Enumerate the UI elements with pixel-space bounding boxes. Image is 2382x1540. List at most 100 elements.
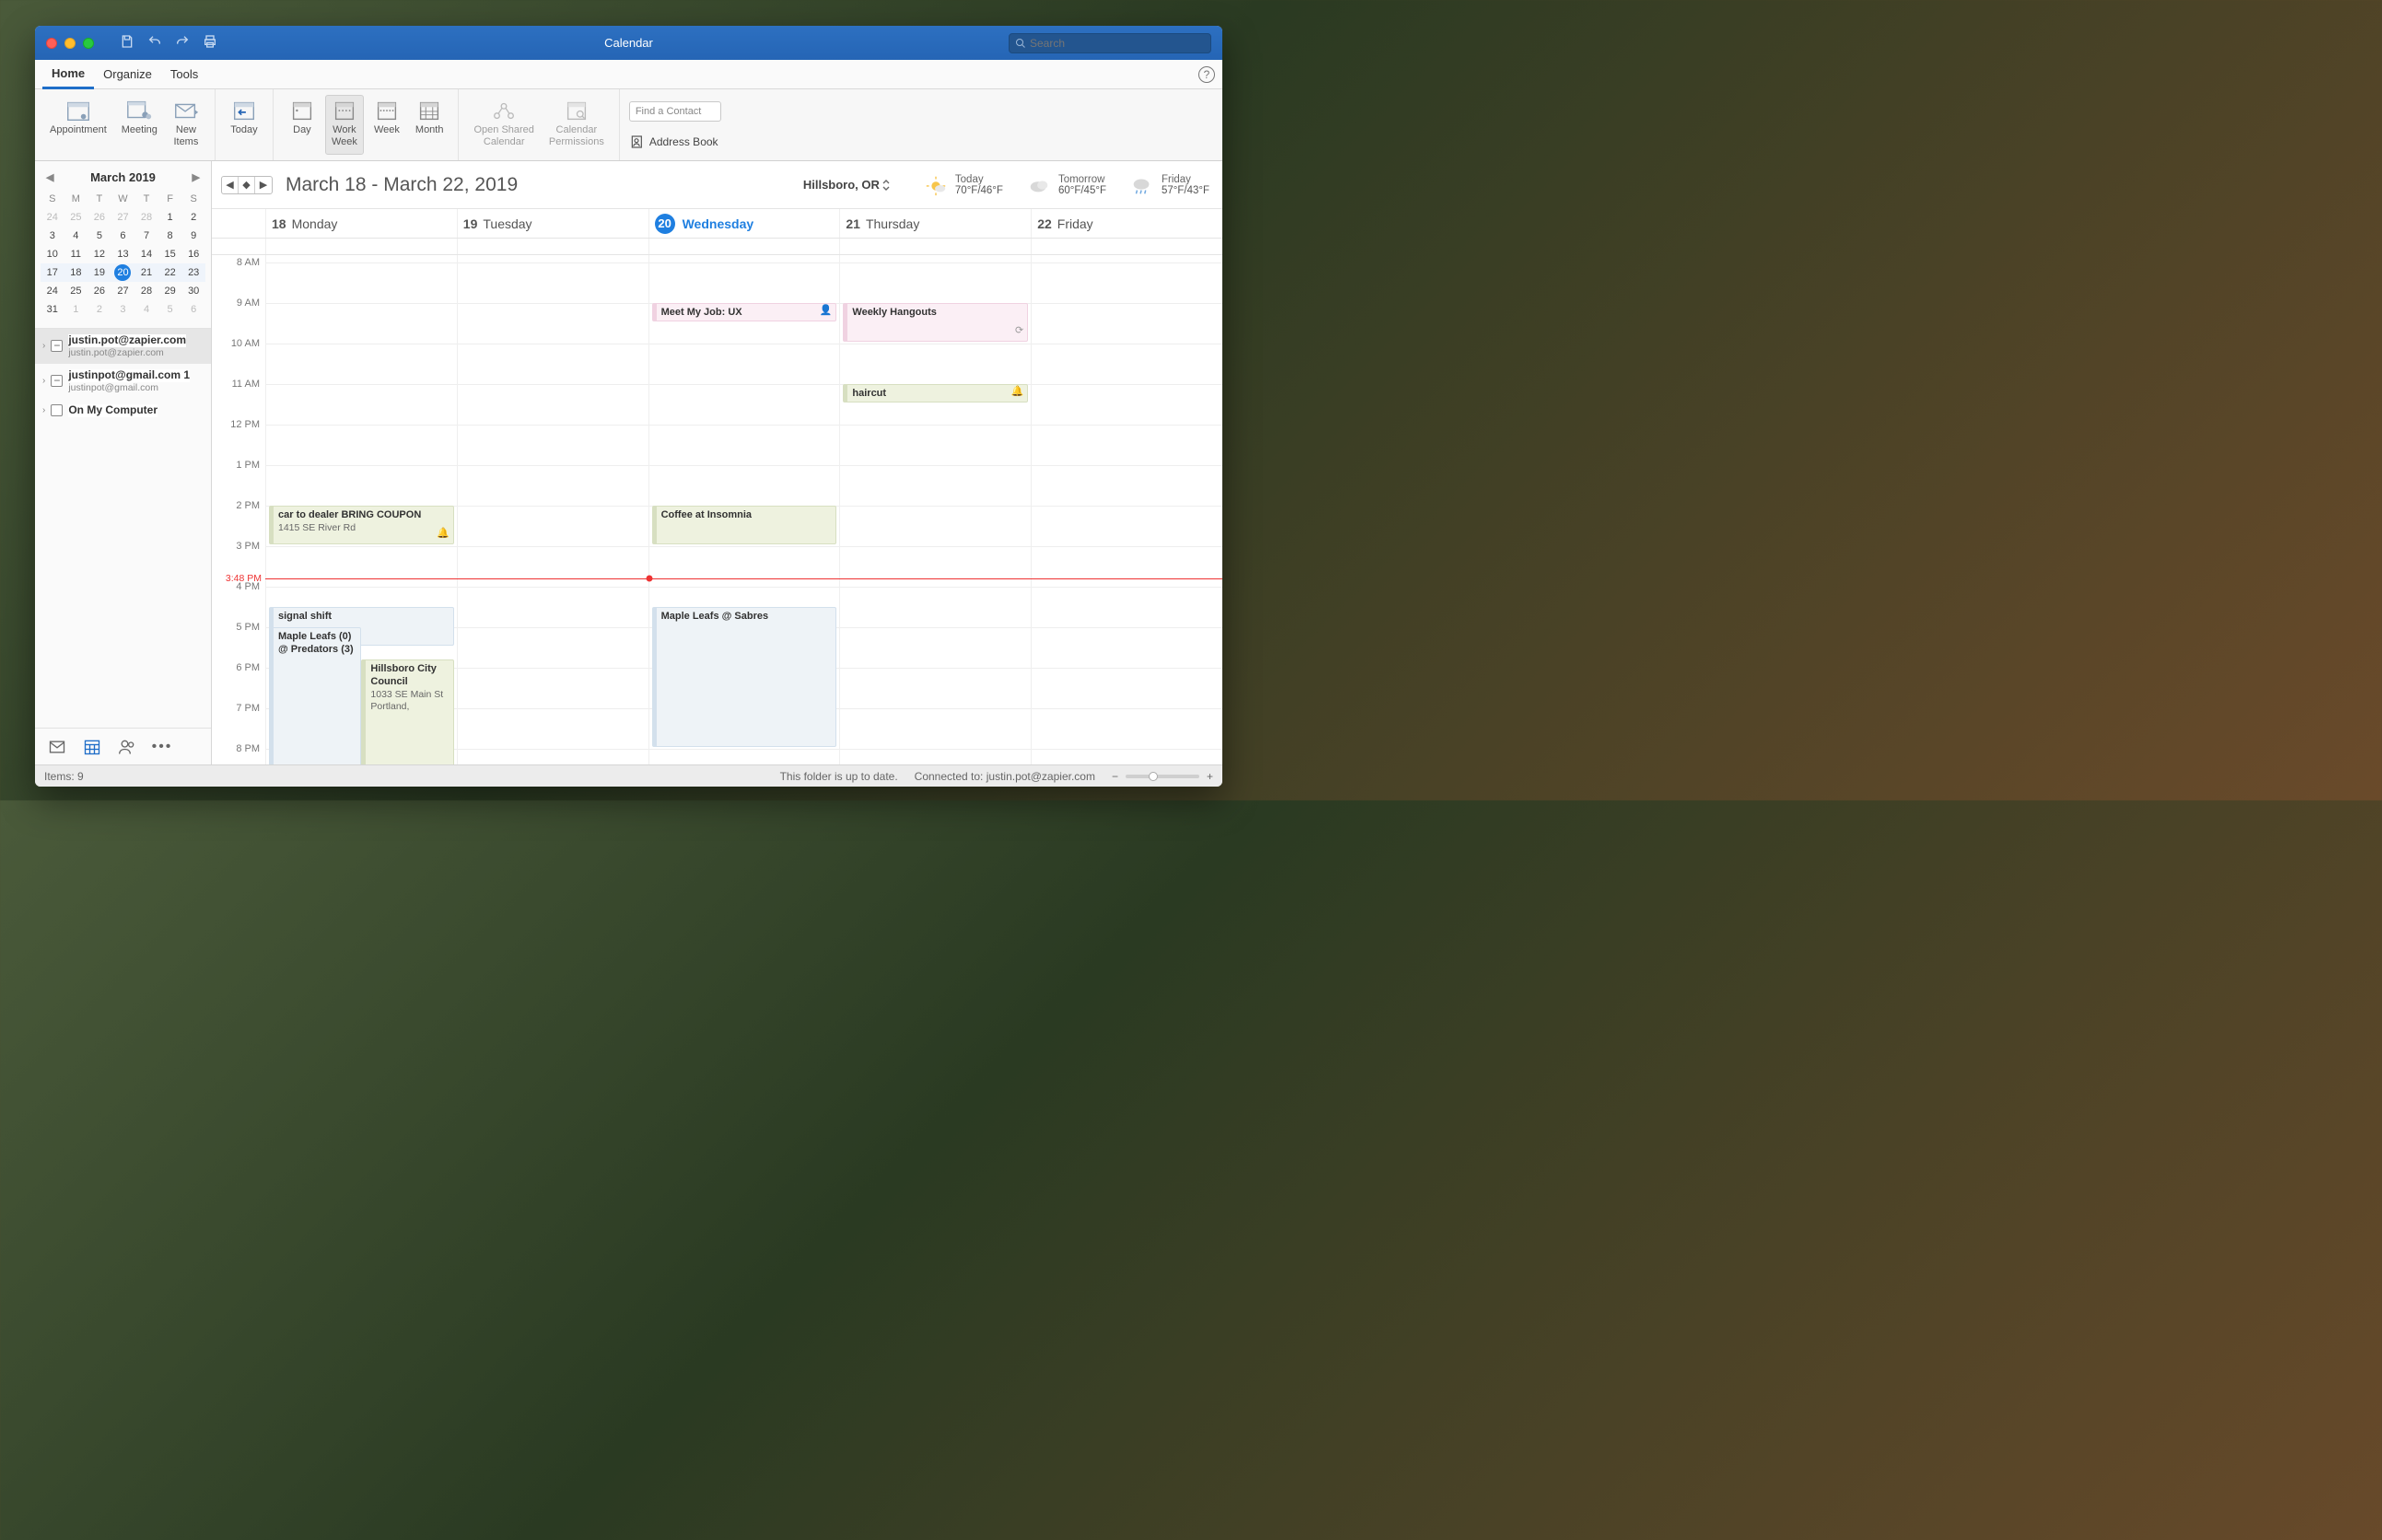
day-column[interactable]: Weekly Hangouts⟳ haircut🔔 xyxy=(839,255,1031,764)
mini-cal-day[interactable]: 30 xyxy=(181,282,205,300)
account-item[interactable]: ›On My Computer xyxy=(35,399,211,423)
mini-cal-day[interactable]: 4 xyxy=(134,300,158,319)
mini-cal-day[interactable]: 3 xyxy=(41,227,64,245)
mini-cal-day[interactable]: 23 xyxy=(181,263,205,282)
mini-cal-day[interactable]: 21 xyxy=(134,263,158,282)
mini-cal-day[interactable]: 12 xyxy=(88,245,111,263)
tab-tools[interactable]: Tools xyxy=(161,60,207,89)
print-icon[interactable] xyxy=(203,34,217,52)
people-nav-icon[interactable] xyxy=(118,738,136,756)
mini-cal-day[interactable]: 31 xyxy=(41,300,64,319)
mini-cal-day[interactable]: 28 xyxy=(134,208,158,227)
tab-organize[interactable]: Organize xyxy=(94,60,161,89)
day-column[interactable] xyxy=(457,255,648,764)
mini-cal-day[interactable]: 25 xyxy=(64,208,88,227)
calendar-event[interactable]: Maple Leafs @ Sabres xyxy=(652,607,837,747)
address-book-button[interactable]: Address Book xyxy=(629,134,721,149)
find-contact-input[interactable]: Find a Contact xyxy=(629,101,721,122)
mail-nav-icon[interactable] xyxy=(48,738,66,756)
redo-icon[interactable] xyxy=(175,34,190,52)
mini-cal-day[interactable]: 4 xyxy=(64,227,88,245)
day-header[interactable]: 21Thursday xyxy=(839,209,1031,238)
mini-cal-day[interactable]: 24 xyxy=(41,208,64,227)
calendar-event[interactable]: Weekly Hangouts⟳ xyxy=(843,303,1028,342)
calendar-event[interactable]: car to dealer BRING COUPON1415 SE River … xyxy=(269,506,454,544)
day-header[interactable]: 19Tuesday xyxy=(457,209,648,238)
mini-cal-day[interactable]: 20 xyxy=(111,263,135,282)
account-item[interactable]: ›justin.pot@zapier.comjustin.pot@zapier.… xyxy=(35,329,211,364)
search-input[interactable] xyxy=(1030,37,1205,50)
appointment-button[interactable]: Appointment xyxy=(44,95,112,155)
zoom-slider[interactable] xyxy=(1126,775,1199,778)
mini-cal-day[interactable]: 1 xyxy=(158,208,182,227)
day-column[interactable]: Meet My Job: UX👤Coffee at InsomniaMaple … xyxy=(648,255,840,764)
mini-cal-day[interactable]: 26 xyxy=(88,282,111,300)
work-week-view-button[interactable]: Work Week xyxy=(325,95,364,155)
mini-cal-day[interactable]: 2 xyxy=(88,300,111,319)
close-window-button[interactable] xyxy=(46,38,57,49)
maximize-window-button[interactable] xyxy=(83,38,94,49)
meeting-button[interactable]: Meeting xyxy=(116,95,163,155)
pager-today[interactable]: ◆ xyxy=(239,177,255,193)
mini-cal-day[interactable]: 16 xyxy=(181,245,205,263)
mini-cal-day[interactable]: 27 xyxy=(111,282,135,300)
pager-next[interactable]: ▶ xyxy=(255,177,272,193)
pager-prev[interactable]: ◀ xyxy=(222,177,239,193)
calendar-event[interactable]: Coffee at Insomnia xyxy=(652,506,837,544)
save-icon[interactable] xyxy=(120,34,134,52)
mini-cal-day[interactable]: 26 xyxy=(88,208,111,227)
more-nav-icon[interactable]: ••• xyxy=(153,738,171,756)
mini-cal-day[interactable]: 9 xyxy=(181,227,205,245)
mini-cal-day[interactable]: 1 xyxy=(64,300,88,319)
help-icon[interactable]: ? xyxy=(1198,66,1215,83)
mini-cal-day[interactable]: 28 xyxy=(134,282,158,300)
minimize-window-button[interactable] xyxy=(64,38,76,49)
mini-cal-day[interactable]: 10 xyxy=(41,245,64,263)
mini-cal-day[interactable]: 27 xyxy=(111,208,135,227)
today-button[interactable]: Today xyxy=(225,95,263,155)
calendar-event[interactable]: Hillsboro City Council1033 SE Main St Po… xyxy=(361,659,453,764)
mini-cal-day[interactable]: 22 xyxy=(158,263,182,282)
mini-cal-day[interactable]: 11 xyxy=(64,245,88,263)
mini-cal-day[interactable]: 13 xyxy=(111,245,135,263)
weather-location[interactable]: Hillsboro, OR xyxy=(803,178,891,192)
zoom-in-icon[interactable]: + xyxy=(1207,770,1213,783)
mini-cal-day[interactable]: 14 xyxy=(134,245,158,263)
calendar-nav-icon[interactable] xyxy=(83,738,101,756)
disclosure-icon[interactable]: › xyxy=(42,405,45,415)
weather-day[interactable]: Today70°F/46°F xyxy=(924,174,1003,196)
search-field[interactable] xyxy=(1009,33,1211,53)
mini-cal-day[interactable]: 29 xyxy=(158,282,182,300)
mini-cal-day[interactable]: 19 xyxy=(88,263,111,282)
mini-cal-day[interactable]: 17 xyxy=(41,263,64,282)
mini-cal-day[interactable]: 6 xyxy=(111,227,135,245)
day-view-button[interactable]: Day xyxy=(283,95,321,155)
next-month-button[interactable]: ▶ xyxy=(189,171,204,183)
mini-cal-day[interactable]: 3 xyxy=(111,300,135,319)
calendar-grid[interactable]: 8 AM9 AM10 AM11 AM12 PM1 PM2 PM3 PM4 PM5… xyxy=(212,255,1222,764)
account-item[interactable]: ›justinpot@gmail.com 1justinpot@gmail.co… xyxy=(35,364,211,399)
checkbox[interactable] xyxy=(51,375,63,387)
allday-row[interactable] xyxy=(212,239,1222,255)
checkbox[interactable] xyxy=(51,404,63,416)
disclosure-icon[interactable]: › xyxy=(42,341,45,351)
mini-cal-day[interactable]: 7 xyxy=(134,227,158,245)
week-view-button[interactable]: Week xyxy=(368,95,406,155)
day-header[interactable]: 20Wednesday xyxy=(648,209,840,238)
day-header[interactable]: 18Monday xyxy=(265,209,457,238)
mini-calendar-grid[interactable]: SMTWTFS 24252627281234567891011121314151… xyxy=(41,190,205,319)
undo-icon[interactable] xyxy=(147,34,162,52)
day-column[interactable]: car to dealer BRING COUPON1415 SE River … xyxy=(265,255,457,764)
mini-cal-day[interactable]: 24 xyxy=(41,282,64,300)
checkbox[interactable] xyxy=(51,340,63,352)
zoom-control[interactable]: − + xyxy=(1112,770,1213,783)
zoom-out-icon[interactable]: − xyxy=(1112,770,1118,783)
mini-cal-day[interactable]: 5 xyxy=(88,227,111,245)
weather-day[interactable]: Friday57°F/43°F xyxy=(1130,174,1209,196)
mini-cal-day[interactable]: 2 xyxy=(181,208,205,227)
open-shared-calendar-button[interactable]: Open Shared Calendar xyxy=(468,95,539,155)
day-column[interactable] xyxy=(1031,255,1222,764)
calendar-event[interactable]: haircut🔔 xyxy=(843,384,1028,402)
day-header[interactable]: 22Friday xyxy=(1031,209,1222,238)
tab-home[interactable]: Home xyxy=(42,60,94,89)
